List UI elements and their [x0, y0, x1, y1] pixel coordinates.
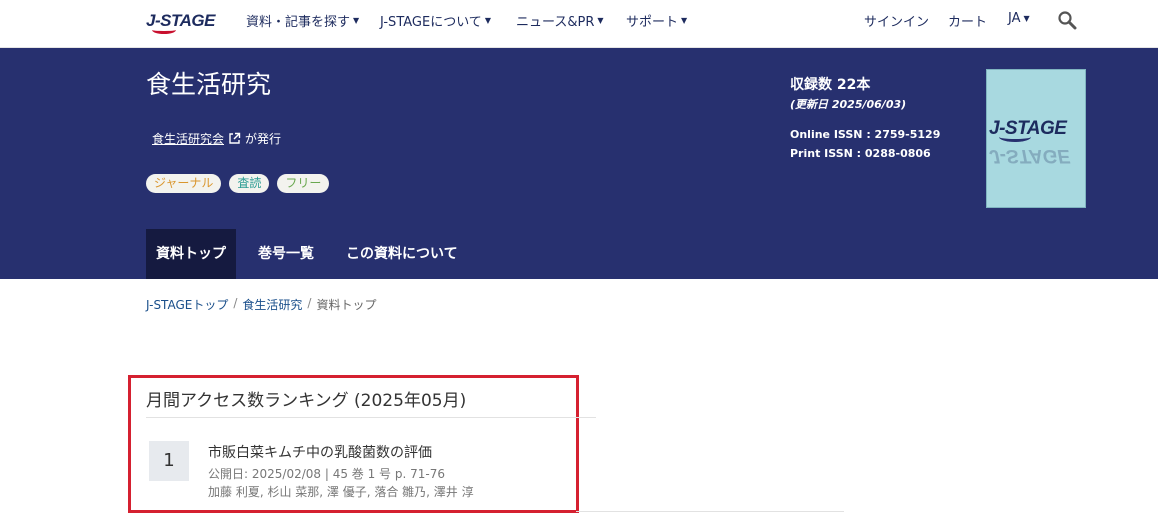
- nav-label: 資料・記事を探す: [246, 15, 351, 30]
- nav-label: J-STAGEについて: [380, 15, 482, 30]
- breadcrumb-journal[interactable]: 食生活研究: [242, 296, 302, 313]
- tab-issue-list[interactable]: 巻号一覧: [248, 229, 324, 279]
- divider: [146, 417, 596, 418]
- online-issn: Online ISSN : 2759-5129: [790, 128, 941, 141]
- nav-search-materials[interactable]: 資料・記事を探す ▼: [246, 11, 359, 30]
- print-issn: Print ISSN : 0288-0806: [790, 147, 931, 160]
- nav-about-jstage[interactable]: J-STAGEについて ▼: [380, 11, 491, 30]
- tag-peer-reviewed: 査読: [229, 174, 270, 193]
- cover-swoosh-icon: [999, 132, 1031, 142]
- article-title-link[interactable]: 市販白菜キムチ中の乳酸菌数の評価: [208, 442, 432, 462]
- publisher-suffix: が発行: [245, 132, 282, 146]
- journal-tabs: 資料トップ 巻号一覧 この資料について: [146, 229, 480, 279]
- signin-link[interactable]: サインイン: [864, 11, 929, 30]
- caret-down-icon: ▼: [681, 16, 688, 25]
- cart-link[interactable]: カート: [948, 11, 987, 30]
- ranking-title: 月間アクセス数ランキング (2025年05月): [146, 391, 467, 411]
- external-link-icon: [229, 132, 241, 144]
- jstage-logo[interactable]: J-STAGE: [146, 9, 218, 37]
- breadcrumb: J-STAGEトップ / 食生活研究 / 資料トップ: [146, 296, 376, 313]
- updated-date: (更新日 2025/06/03): [790, 98, 907, 111]
- article-count: 収録数 22本: [790, 77, 871, 93]
- tag-free: フリー: [277, 174, 330, 193]
- journal-tags: ジャーナル 査読 フリー: [146, 174, 330, 193]
- article-authors: 加藤 利夏, 杉山 菜那, 澤 優子, 落合 雛乃, 澤井 淳: [208, 485, 474, 499]
- search-icon[interactable]: [1057, 10, 1077, 30]
- tab-journal-top[interactable]: 資料トップ: [146, 229, 236, 279]
- article-meta: 公開日: 2025/02/08 | 45 巻 1 号 p. 71-76: [208, 467, 445, 481]
- journal-banner: 食生活研究 食生活研究会 が発行 ジャーナル 査読 フリー 収録数 22本 (更…: [0, 48, 1158, 279]
- language-label: JA: [1008, 11, 1021, 26]
- journal-cover-image: J-STAGE J-STAGE: [986, 69, 1086, 208]
- caret-down-icon: ▼: [597, 16, 604, 25]
- caret-down-icon: ▼: [353, 16, 360, 25]
- cart-label: カート: [948, 15, 988, 30]
- breadcrumb-home[interactable]: J-STAGEトップ: [146, 296, 228, 313]
- nav-news-pr[interactable]: ニュース&PR ▼: [516, 11, 604, 30]
- top-navbar: J-STAGE 資料・記事を探す ▼ J-STAGEについて ▼ ニュース&PR…: [0, 0, 1158, 48]
- journal-title: 食生活研究: [146, 70, 272, 99]
- tag-journal: ジャーナル: [146, 174, 222, 193]
- publisher-line: 食生活研究会 が発行: [152, 130, 281, 147]
- logo-swoosh-icon: [152, 26, 176, 34]
- tab-about-journal[interactable]: この資料について: [336, 229, 468, 279]
- cover-logo-reflection: J-STAGE: [989, 145, 1070, 166]
- breadcrumb-separator: /: [307, 296, 312, 310]
- signin-label: サインイン: [864, 15, 930, 30]
- caret-down-icon: ▼: [484, 16, 491, 25]
- divider: [576, 511, 844, 512]
- nav-label: ニュース&PR: [516, 15, 595, 30]
- breadcrumb-current: 資料トップ: [316, 298, 377, 312]
- language-selector[interactable]: JA ▼: [1008, 11, 1030, 26]
- caret-down-icon: ▼: [1023, 14, 1030, 23]
- nav-support[interactable]: サポート ▼: [626, 11, 687, 30]
- publisher-link[interactable]: 食生活研究会: [152, 130, 224, 147]
- nav-label: サポート: [626, 15, 679, 30]
- breadcrumb-separator: /: [233, 296, 238, 310]
- rank-number: 1: [149, 441, 189, 481]
